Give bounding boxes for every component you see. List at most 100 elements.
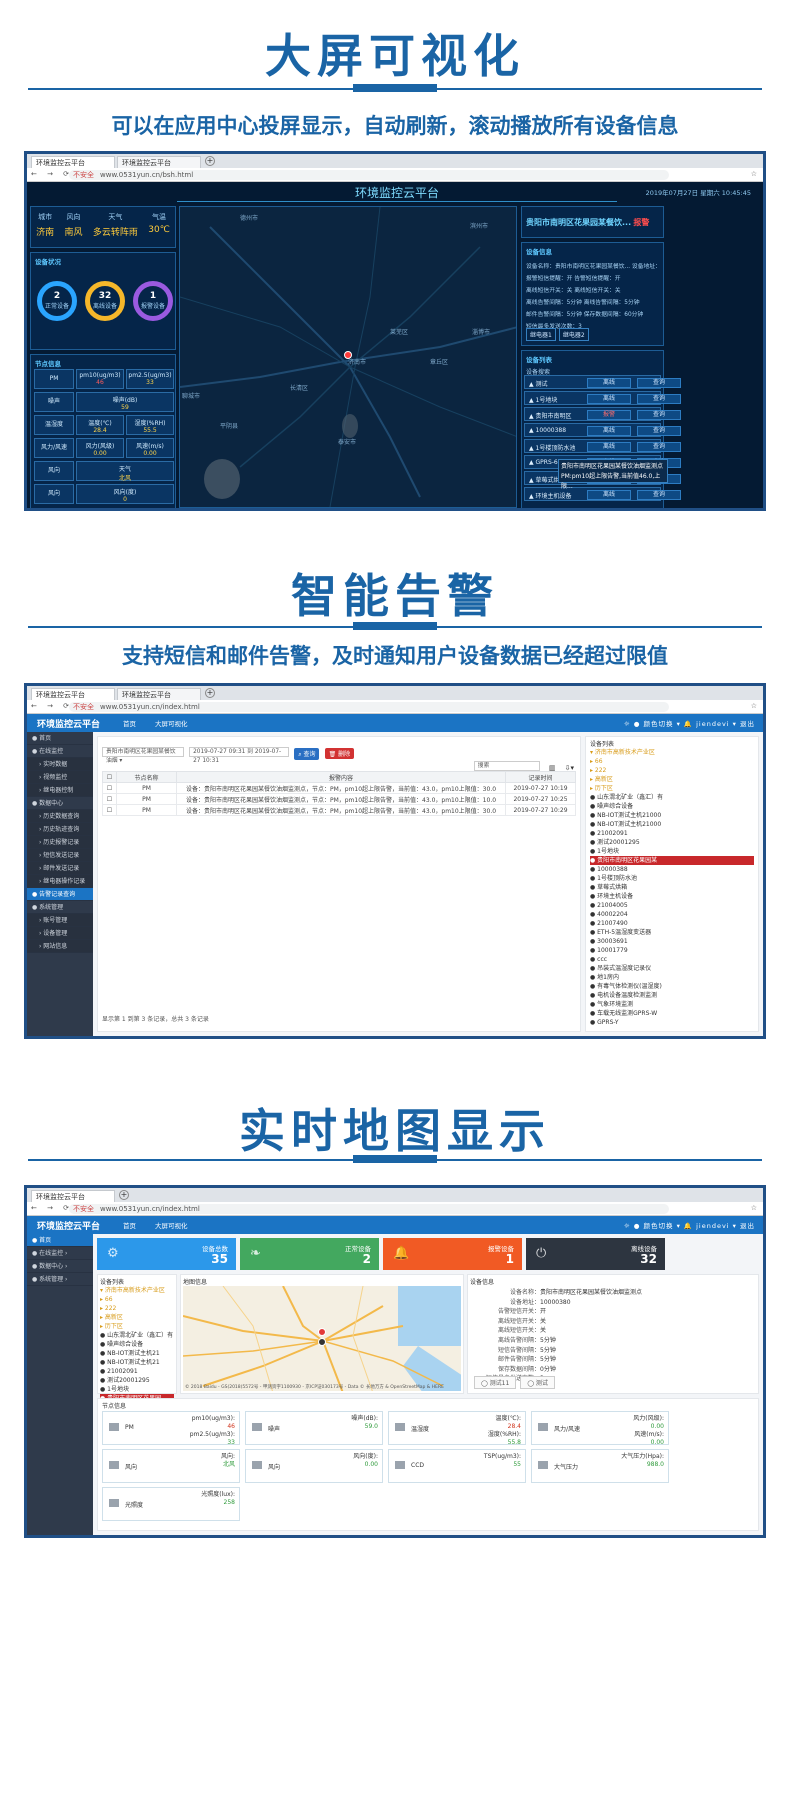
- sidebar-item[interactable]: › 短信发送记录: [27, 849, 93, 862]
- table-row[interactable]: ☐ PM 设备：贵阳市南明区花果园某餐饮油烟监测点，节点：PM，pm10超上限告警，…: [102, 782, 576, 794]
- sidebar-item[interactable]: ● 数据中心: [27, 797, 93, 810]
- date-range-input[interactable]: 2019-07-27 09:31 到 2019-07-27 10:31: [189, 746, 290, 764]
- browser-tab[interactable]: 环境监控云平台: [117, 156, 201, 168]
- tree-node[interactable]: ● ETH-5温湿度变送器: [590, 928, 754, 937]
- map-view[interactable]: 德州市 滨州市 淄博市 济南市 泰安市 聊城市 长清区 平阴县 章丘区 莱芜区: [179, 206, 517, 508]
- sidebar-item[interactable]: › 账号管理: [27, 914, 93, 927]
- tree-node[interactable]: ● 10001779: [590, 946, 754, 955]
- tree-node[interactable]: ● GPRS-Y: [590, 1018, 754, 1027]
- sidebar-item[interactable]: › 历史数据查询: [27, 810, 93, 823]
- sidebar-item[interactable]: › 继电器控制: [27, 784, 93, 797]
- sidebar-item[interactable]: ● 首页: [27, 732, 93, 745]
- address-bar[interactable]: 不安全 www.0531yun.cn/index.html: [69, 702, 669, 712]
- relay-tag[interactable]: 继电器2: [558, 328, 589, 341]
- tree-node[interactable]: ● 贵阳市南明区花果园某: [590, 856, 754, 865]
- tree-node[interactable]: ● 21004005: [590, 901, 754, 910]
- sidebar-item[interactable]: › 邮件发送记录: [27, 862, 93, 875]
- node-card[interactable]: 大气压力 大气压力(Hpa): 988.0: [531, 1449, 669, 1483]
- node-card[interactable]: 噪声 噪声(dB): 59.0: [245, 1411, 383, 1445]
- device-query-button[interactable]: 查询: [637, 442, 681, 452]
- app-logo[interactable]: 环境监控云平台: [37, 717, 100, 730]
- device-row[interactable]: ▲ 测试 离线 查询: [524, 375, 681, 389]
- device-status-button[interactable]: 离线: [587, 378, 631, 388]
- nav-arrows-icon[interactable]: ← → ⟳: [31, 170, 73, 178]
- status-ring[interactable]: 32 离线设备: [85, 281, 125, 321]
- bookmark-star-icon[interactable]: ☆: [751, 1204, 757, 1212]
- node-card[interactable]: 温湿度 温度(℃): 28.4 湿度(%RH): 55.8: [388, 1411, 526, 1446]
- status-ring[interactable]: 1 报警设备: [133, 281, 173, 321]
- relay-button[interactable]: ◯ 测试: [520, 1376, 555, 1389]
- table-search-input[interactable]: 搜索: [473, 760, 540, 771]
- tree-node[interactable]: ● 环境主机设备: [590, 892, 754, 901]
- sidebar-item[interactable]: › 视频监控: [27, 771, 93, 784]
- map-marker-icon[interactable]: [318, 1338, 326, 1346]
- tree-node[interactable]: ▸ 历下区: [100, 1322, 174, 1331]
- tree-node[interactable]: ● 山东渭北矿业（鑫汇）有: [590, 793, 754, 802]
- header-tools[interactable]: ☼ ● 颜色切换 ▾ 🔔 jiendevi ▾ 退出: [624, 1220, 755, 1230]
- device-query-button[interactable]: 查询: [637, 410, 681, 420]
- row-checkbox[interactable]: ☐: [102, 782, 117, 794]
- sidebar-item[interactable]: › 实时数据: [27, 758, 93, 771]
- tree-node[interactable]: ● 草莓式烘箱: [590, 883, 754, 892]
- tree-node[interactable]: ▸ 66: [590, 757, 754, 766]
- device-status-button[interactable]: 报警: [587, 410, 631, 420]
- menu-bigscreen[interactable]: 大屏可视化: [155, 1220, 188, 1230]
- app-logo[interactable]: 环境监控云平台: [37, 1219, 100, 1232]
- map-marker-icon[interactable]: [318, 1328, 326, 1336]
- sidebar-item[interactable]: › 网站信息: [27, 940, 93, 953]
- tree-node[interactable]: ● 车载无线监测GPRS-W: [590, 1009, 754, 1018]
- new-tab-icon[interactable]: +: [205, 156, 215, 166]
- baidu-map[interactable]: © 2018 Baidu - GS(2018)5572号 - 甲测资字11009…: [183, 1286, 461, 1391]
- tree-node[interactable]: ● 地1房内: [590, 973, 754, 982]
- relay-tag[interactable]: 继电器1: [526, 328, 556, 341]
- tree-node[interactable]: ● 21002091: [590, 829, 754, 838]
- browser-tab[interactable]: 环境监控云平台: [117, 688, 201, 700]
- tree-node[interactable]: ▾ 济南市高新技术产业区: [100, 1286, 174, 1295]
- tree-node[interactable]: ▾ 济南市高新技术产业区: [590, 748, 754, 757]
- tree-node[interactable]: ● 有毒气体检测仪(温湿度): [590, 982, 754, 991]
- tree-node[interactable]: ● 21002091: [100, 1367, 174, 1376]
- tree-node[interactable]: ● 40002204: [590, 910, 754, 919]
- device-query-button[interactable]: 查询: [637, 378, 681, 388]
- sidebar-item[interactable]: ● 系统管理 ›: [27, 1273, 93, 1286]
- browser-tab[interactable]: 环境监控云平台: [31, 156, 115, 168]
- device-query-button[interactable]: 查询: [637, 426, 681, 436]
- address-bar[interactable]: 不安全 www.0531yun.cn/bsh.html: [69, 170, 669, 180]
- tree-node[interactable]: ● 30003691: [590, 937, 754, 946]
- tree-node[interactable]: ● NB-IOT测试主机21: [100, 1349, 174, 1358]
- delete-button[interactable]: 🗑 删除: [324, 748, 355, 759]
- node-card[interactable]: 风向 风向: 北风: [102, 1449, 240, 1483]
- tree-node[interactable]: ● 测试20001295: [590, 838, 754, 847]
- tree-node[interactable]: ● 1号地块: [100, 1385, 174, 1394]
- select-all-checkbox[interactable]: ☐: [102, 771, 117, 783]
- tree-node[interactable]: ● 山东渭北矿业（鑫汇）有: [100, 1331, 174, 1340]
- tree-node[interactable]: ● ccc: [590, 955, 754, 964]
- row-checkbox[interactable]: ☐: [102, 804, 117, 816]
- menu-home[interactable]: 首页: [123, 1220, 136, 1230]
- tree-node[interactable]: ▸ 高新区: [100, 1313, 174, 1322]
- browser-tab[interactable]: 环境监控云平台: [31, 688, 115, 700]
- node-card[interactable]: 风力/风速 风力(风级): 0.00 风速(m/s): 0.00: [531, 1411, 669, 1446]
- sidebar-item[interactable]: ● 数据中心 ›: [27, 1260, 93, 1273]
- sidebar-item[interactable]: › 历史轨迹查询: [27, 823, 93, 836]
- tree-node[interactable]: ● 吊装式温湿度记录仪: [590, 964, 754, 973]
- sidebar-item[interactable]: › 继电器操作记录: [27, 875, 93, 888]
- tree-node[interactable]: ● 气象环境监测: [590, 1000, 754, 1009]
- tree-node[interactable]: ▸ 历下区: [590, 784, 754, 793]
- tree-node[interactable]: ▸ 高新区: [590, 775, 754, 784]
- node-card[interactable]: CCD TSP(ug/m3): 55: [388, 1449, 526, 1483]
- sidebar-item[interactable]: ● 告警记录查询: [27, 888, 93, 901]
- tree-node[interactable]: ● 测试20001295: [100, 1376, 174, 1385]
- tree-node[interactable]: ● 噪声综合设备: [100, 1340, 174, 1349]
- tree-node[interactable]: ● NB-IOT测试主机21: [100, 1358, 174, 1367]
- device-row[interactable]: ▲ 1号地块 离线 查询: [524, 391, 681, 405]
- stat-card[interactable]: ❧ 正常设备 2: [240, 1238, 379, 1270]
- tree-node[interactable]: ● 噪声综合设备: [590, 802, 754, 811]
- device-status-button[interactable]: 离线: [587, 394, 631, 404]
- new-tab-icon[interactable]: +: [205, 688, 215, 698]
- device-row[interactable]: ▲ 贵阳市南明区 报警 查询: [524, 407, 681, 421]
- device-select[interactable]: 贵阳市南明区花果园某餐饮油烟 ▾: [102, 746, 184, 764]
- nav-arrows-icon[interactable]: ← → ⟳: [31, 1204, 73, 1212]
- sidebar-item[interactable]: ● 首页: [27, 1234, 93, 1247]
- node-card[interactable]: PM pm10(ug/m3): 46 pm2.5(ug/m3): 33: [102, 1411, 240, 1446]
